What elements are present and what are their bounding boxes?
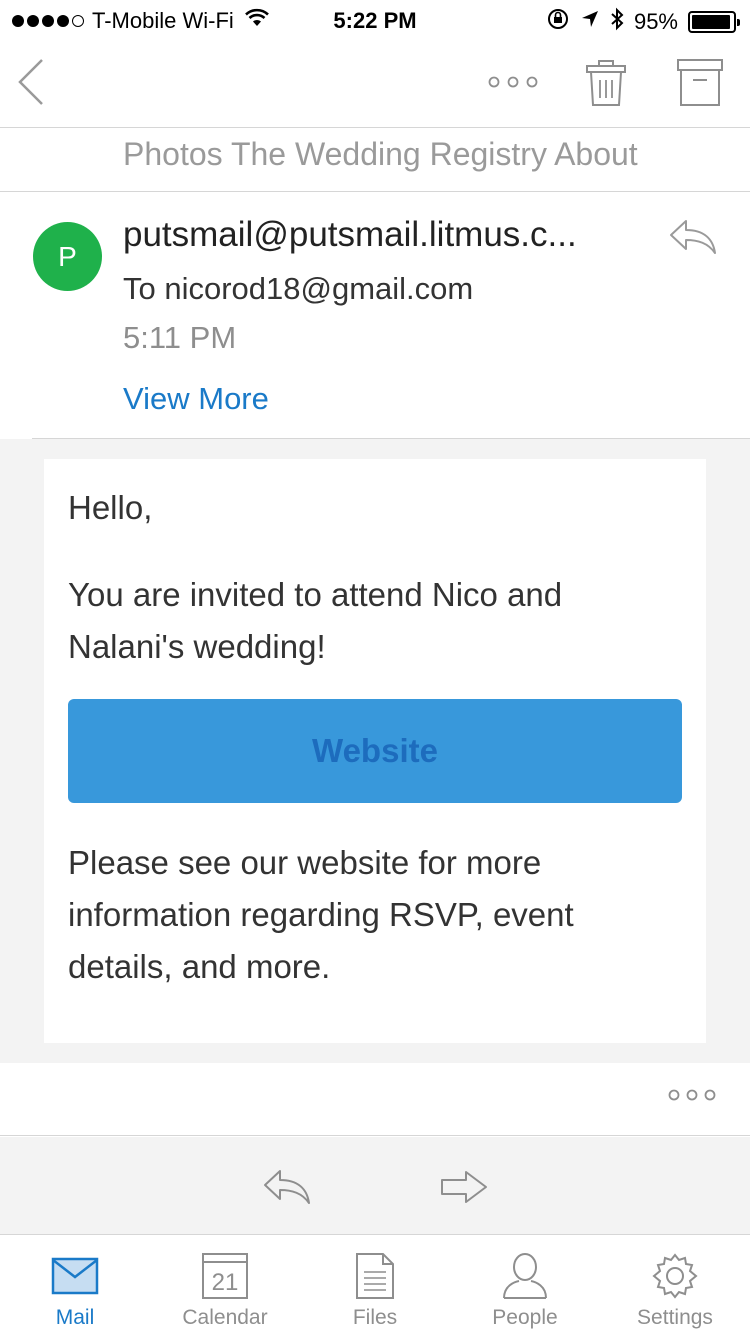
tab-calendar[interactable]: 21 Calendar (150, 1236, 300, 1334)
greeting-text: Hello, (68, 489, 153, 526)
trash-icon[interactable] (584, 58, 628, 108)
email-header-links: Photos The Wedding Registry About (0, 128, 750, 192)
more-horizontal-icon[interactable] (488, 74, 538, 90)
rotation-lock-icon (546, 7, 570, 37)
tab-people[interactable]: People (450, 1236, 600, 1334)
message-action-bar (0, 1137, 750, 1235)
tab-mail[interactable]: Mail (0, 1236, 150, 1334)
bluetooth-icon (610, 7, 624, 37)
header-links-text: Photos The Wedding Registry About (123, 136, 638, 172)
tab-label: Calendar (182, 1306, 268, 1329)
tab-label: Settings (637, 1306, 713, 1329)
battery-percent: 95% (633, 9, 678, 34)
invitation-text: You are invited to attend Nico and Nalan… (68, 576, 563, 665)
calendar-day: 21 (212, 1269, 239, 1296)
reply-icon[interactable] (262, 1167, 312, 1207)
location-arrow-icon (580, 9, 600, 35)
person-icon (502, 1250, 548, 1302)
sender-address[interactable]: putsmail@putsmail.litmus.c... (123, 215, 623, 255)
battery-icon (688, 11, 740, 33)
tab-label: People (492, 1306, 558, 1329)
battery-fill (692, 15, 730, 29)
tab-files[interactable]: Files (300, 1236, 450, 1334)
tab-label: Mail (55, 1306, 95, 1329)
chevron-left-icon[interactable] (14, 56, 48, 108)
avatar[interactable]: P (33, 222, 102, 291)
calendar-icon: 21 (201, 1250, 249, 1302)
file-icon (355, 1250, 395, 1302)
tab-label: Files (352, 1306, 398, 1329)
info-text: Please see our website for more informat… (68, 844, 574, 985)
mail-icon (51, 1250, 99, 1302)
message-body: Hello, You are invited to attend Nico an… (0, 439, 750, 1063)
tab-settings[interactable]: Settings (600, 1236, 750, 1334)
nav-bar (0, 40, 750, 128)
message-footer (0, 1063, 750, 1136)
sent-time: 5:11 PM (123, 320, 237, 355)
view-more-link[interactable]: View More (123, 381, 269, 417)
status-right: 95% (546, 7, 740, 37)
gear-icon (651, 1250, 699, 1302)
more-horizontal-icon[interactable] (668, 1087, 716, 1103)
email-card: Hello, You are invited to attend Nico an… (44, 459, 706, 1043)
archive-icon[interactable] (676, 58, 724, 108)
reply-icon[interactable] (668, 217, 718, 262)
forward-arrow-icon[interactable] (440, 1169, 488, 1205)
message-header: P putsmail@putsmail.litmus.c... To nicor… (0, 193, 750, 438)
tab-bar: Mail 21 Calendar Files People Settings (0, 1236, 750, 1334)
recipient-address: To nicorod18@gmail.com (123, 271, 474, 306)
status-bar: T-Mobile Wi-Fi 5:22 PM 95% (0, 0, 750, 40)
website-button[interactable]: Website (68, 699, 682, 803)
